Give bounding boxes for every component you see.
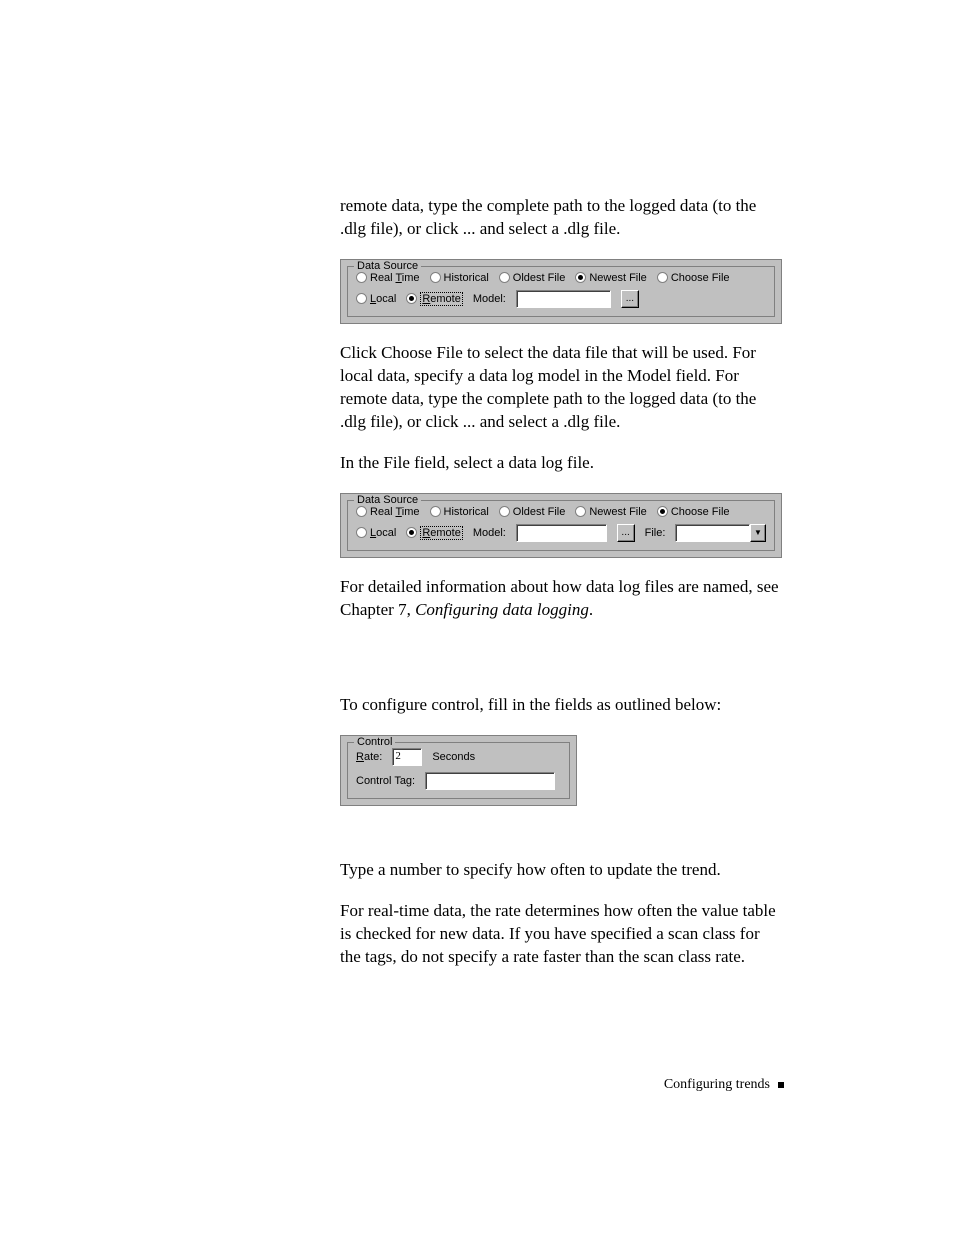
data-source-panel-choose: Data Source Real Time Historical Oldest … — [340, 493, 782, 558]
row-control-tag: Control Tag: — [348, 770, 569, 798]
model-label: Model: — [473, 293, 506, 305]
radio-historical[interactable]: Historical — [430, 272, 489, 284]
radio-choose-file[interactable]: Choose File — [657, 272, 730, 284]
radio-oldest-file-2[interactable]: Oldest File — [499, 506, 566, 518]
page-footer: Configuring trends — [664, 1077, 784, 1093]
control-tag-label: Control Tag: — [356, 775, 415, 787]
bullet-icon — [778, 1082, 784, 1088]
radio-newest-file-2[interactable]: Newest File — [575, 506, 646, 518]
radio-remote[interactable]: Remote — [406, 292, 463, 306]
model-input[interactable] — [516, 290, 611, 308]
browse-button[interactable]: ... — [621, 290, 639, 308]
file-label: File: — [645, 527, 666, 539]
browse-button-2[interactable]: ... — [617, 524, 635, 542]
paragraph-configure-control: To configure control, fill in the fields… — [340, 694, 784, 717]
model-input-2[interactable] — [516, 524, 607, 542]
groupbox-legend-2: Data Source — [354, 494, 421, 506]
control-tag-input[interactable] — [425, 772, 555, 790]
rate-label: Rate: — [356, 751, 382, 763]
radio-newest-file[interactable]: Newest File — [575, 272, 646, 284]
radio-realtime-2[interactable]: Real Time — [356, 506, 420, 518]
footer-text: Configuring trends — [664, 1077, 770, 1093]
page-content: remote data, type the complete path to t… — [0, 0, 954, 969]
paragraph-realtime-rate: For real-time data, the rate determines … — [340, 900, 784, 969]
radio-historical-2[interactable]: Historical — [430, 506, 489, 518]
radio-choose-file-2[interactable]: Choose File — [657, 506, 730, 518]
radio-oldest-file[interactable]: Oldest File — [499, 272, 566, 284]
paragraph-choose-file: Click Choose File to select the data fil… — [340, 342, 784, 434]
radio-realtime[interactable]: Real Time — [356, 272, 420, 284]
groupbox-legend: Data Source — [354, 260, 421, 272]
row-location: Local Remote Model: ... — [348, 288, 774, 316]
paragraph-file-field: In the File field, select a data log fil… — [340, 452, 784, 475]
paragraph-detailed-info: For detailed information about how data … — [340, 576, 784, 622]
seconds-label: Seconds — [432, 751, 475, 763]
control-panel: Control Rate: 2 Seconds Control Tag: — [340, 735, 577, 806]
paragraph-remote-data: remote data, type the complete path to t… — [340, 195, 784, 241]
control-legend: Control — [354, 736, 395, 748]
data-source-panel-newest: Data Source Real Time Historical Oldest … — [340, 259, 782, 324]
row-location-2: Local Remote Model: ... File: ▼ — [348, 522, 774, 550]
file-combo[interactable]: ▼ — [675, 524, 766, 542]
radio-remote-2[interactable]: Remote — [406, 526, 463, 540]
rate-input[interactable]: 2 — [392, 748, 422, 766]
chevron-down-icon[interactable]: ▼ — [750, 524, 766, 542]
radio-local[interactable]: Local — [356, 293, 396, 305]
model-label-2: Model: — [473, 527, 506, 539]
paragraph-type-number: Type a number to specify how often to up… — [340, 859, 784, 882]
radio-local-2[interactable]: Local — [356, 527, 396, 539]
